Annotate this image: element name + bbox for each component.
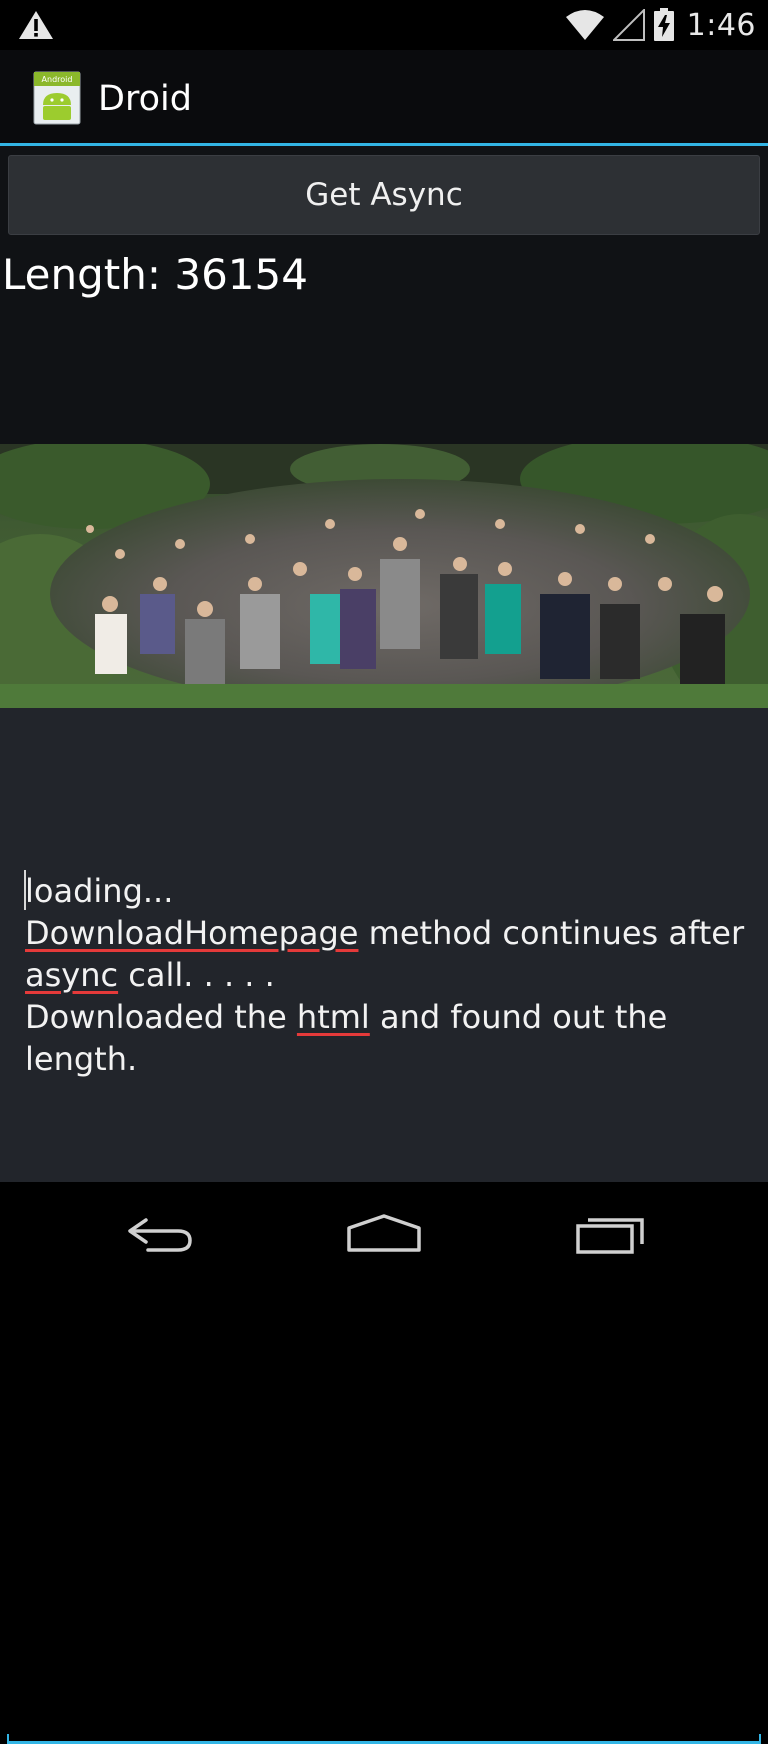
misspelled-word: async bbox=[25, 956, 119, 994]
group-photo bbox=[0, 444, 768, 708]
log-text-area[interactable]: loading... DownloadHomepage method contin… bbox=[0, 708, 768, 1744]
log-line: length. bbox=[25, 1038, 750, 1080]
back-icon[interactable] bbox=[124, 1214, 196, 1254]
log-line: DownloadHomepage method continues after bbox=[25, 912, 750, 954]
battery-charging-icon bbox=[653, 8, 674, 41]
status-icons: 1:46 bbox=[565, 6, 756, 44]
get-async-button[interactable]: Get Async bbox=[8, 155, 760, 235]
recents-icon[interactable] bbox=[574, 1212, 646, 1256]
log-text-segment: length. bbox=[25, 1040, 138, 1078]
warning-icon bbox=[19, 11, 53, 39]
wifi-icon bbox=[565, 10, 604, 40]
log-text-segment: call. . . . . bbox=[118, 956, 275, 994]
android-app-icon[interactable]: Android bbox=[33, 71, 81, 125]
status-bar: 1:46 bbox=[0, 0, 768, 50]
log-text: loading... DownloadHomepage method contin… bbox=[25, 870, 750, 1080]
misspelled-word: html bbox=[296, 998, 370, 1036]
misspelled-word: DownloadHomepage bbox=[25, 914, 359, 952]
status-time: 1:46 bbox=[686, 7, 756, 43]
log-line: loading... bbox=[25, 870, 750, 912]
log-line: async call. . . . . bbox=[25, 954, 750, 996]
app-title: Droid bbox=[98, 79, 192, 119]
log-text-segment: method continues after bbox=[358, 914, 745, 952]
log-line: Downloaded the html and found out the bbox=[25, 996, 750, 1038]
log-text-segment: and found out the bbox=[369, 998, 668, 1036]
content-area: Get Async Length: 36154 loading... Downl… bbox=[0, 146, 768, 1744]
text-area-underline bbox=[7, 1734, 761, 1744]
log-text-segment: Downloaded the bbox=[25, 998, 297, 1036]
app-icon-text: Android bbox=[42, 75, 73, 84]
log-text-segment: loading... bbox=[25, 872, 174, 910]
navigation-bar bbox=[0, 1182, 768, 1280]
length-label: Length: 36154 bbox=[2, 250, 308, 299]
home-icon[interactable] bbox=[345, 1212, 423, 1254]
signal-icon bbox=[612, 9, 645, 41]
